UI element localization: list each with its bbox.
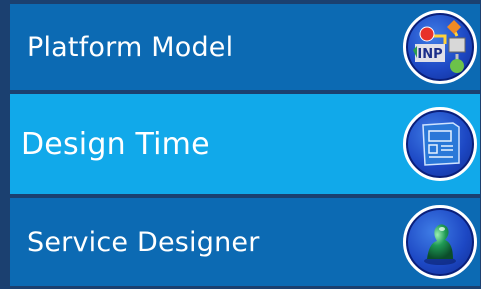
menu-item-label: Service Designer bbox=[27, 226, 260, 258]
process-diagram-icon: INP bbox=[403, 10, 477, 84]
app-menu: Platform Model INP Design Time Service D… bbox=[0, 0, 481, 289]
menu-item-label: Platform Model bbox=[27, 31, 234, 63]
svg-text:INP: INP bbox=[417, 47, 442, 62]
menu-item-platform-model[interactable]: Platform Model INP bbox=[10, 4, 480, 90]
menu-item-label: Design Time bbox=[21, 126, 210, 162]
menu-item-design-time[interactable]: Design Time bbox=[10, 94, 480, 194]
blueprint-layout-icon bbox=[403, 107, 477, 181]
menu-item-service-designer[interactable]: Service Designer bbox=[10, 198, 480, 286]
green-figure-icon bbox=[403, 205, 477, 279]
